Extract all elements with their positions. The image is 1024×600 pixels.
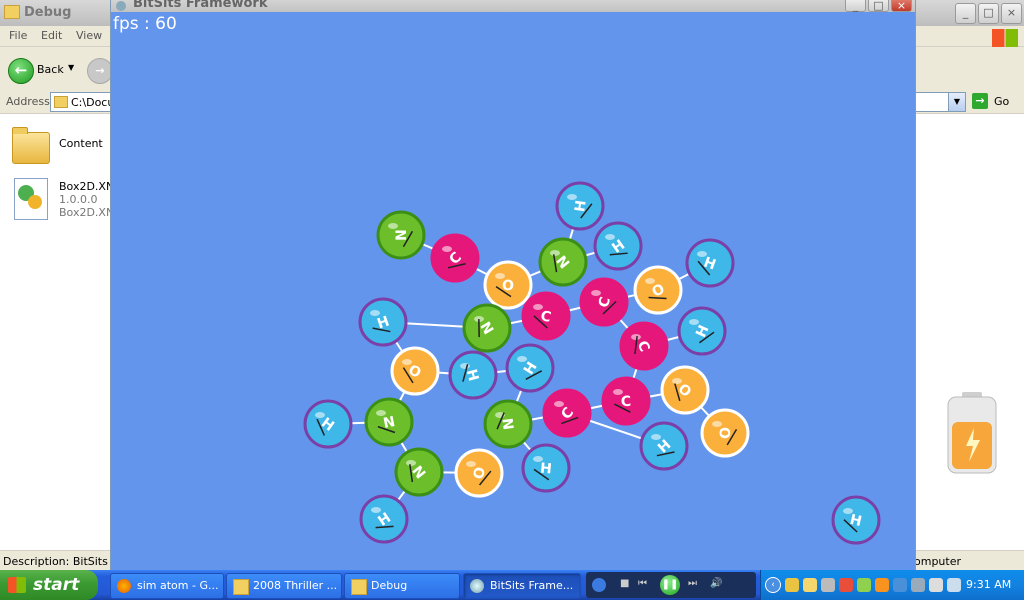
atom-o[interactable]: O [660,365,710,415]
previous-icon[interactable]: ⏮ [638,578,647,589]
address-input-end[interactable] [914,92,951,112]
folder-icon [12,127,50,164]
atom-c[interactable]: C [579,277,629,327]
keyboard-icon[interactable] [947,578,961,592]
atom-o[interactable]: O [700,408,750,458]
go-button-label[interactable]: Go [994,95,1009,108]
windows-logo-icon [8,577,26,593]
stop-icon[interactable]: ■ [620,578,629,589]
atom-c[interactable]: C [521,291,571,341]
atom-o[interactable]: O [390,346,440,396]
security-icon[interactable] [839,578,853,592]
atom-o[interactable]: O [483,260,533,310]
address-value: C:\Docu [71,96,115,109]
status-zone: omputer [914,555,962,568]
update-icon[interactable] [875,578,889,592]
atom-n[interactable]: N [483,399,533,449]
atom-h[interactable]: H [639,421,689,471]
messenger-icon[interactable] [857,578,871,592]
maximize-button[interactable]: □ [978,3,999,24]
windows-logo-icon [992,29,1018,47]
atom-h[interactable]: H [831,495,881,545]
folder-icon [351,579,367,595]
close-button[interactable]: × [1001,3,1022,24]
taskbar: start sim atom - G... 2008 Thriller ... … [0,570,1024,600]
item-name: Content [59,137,103,150]
atom-h[interactable]: H [555,181,605,231]
network-icon[interactable] [821,578,835,592]
atom-h[interactable]: H [358,297,408,347]
volume-icon[interactable] [803,578,817,592]
menu-edit[interactable]: Edit [41,29,62,42]
computer-icon[interactable] [929,578,943,592]
game-window[interactable]: BitSits Framework _ □ × fps : 60 NCONHHC… [110,0,916,570]
media-icon[interactable] [592,578,606,592]
display-icon[interactable] [893,578,907,592]
atom-n[interactable]: N [394,447,444,497]
taskbar-button-bitsits[interactable]: BitSits Frame... [463,573,581,599]
atom-n[interactable]: N [462,303,512,353]
atom-h[interactable]: H [505,343,555,393]
app-icon [470,579,484,593]
atom-h[interactable]: H [677,306,727,356]
atom-c[interactable]: C [619,321,669,371]
atom-c[interactable]: C [601,376,651,426]
next-icon[interactable]: ⏭ [688,578,697,589]
atom-h[interactable]: H [359,494,409,544]
start-label: start [33,575,80,595]
battery-gadget-icon [947,392,997,474]
atom-h[interactable]: H [448,350,498,400]
firefox-icon [117,579,131,593]
address-label: Address [6,95,50,108]
tray-collapse-icon[interactable]: ‹ [765,577,781,593]
folder-icon [4,5,20,19]
taskbar-label: sim atom - G... [137,579,219,592]
atom-c[interactable]: C [542,388,592,438]
back-arrow-icon[interactable]: ← [8,58,34,84]
explorer-title: Debug [24,5,72,20]
atom-h[interactable]: H [685,238,735,288]
atom-c[interactable]: C [430,233,480,283]
menu-view[interactable]: View [76,29,102,42]
taskbar-button-firefox[interactable]: sim atom - G... [110,573,224,599]
minimize-button[interactable]: _ [955,3,976,24]
atom-n[interactable]: N [538,237,588,287]
atom-n[interactable]: N [376,210,426,260]
molecule-board[interactable]: NCONHHCNCOHCHHO H HNH NCCOOHHN OH H [111,0,915,570]
media-player-toolbar[interactable]: ■ ⏮ ❚❚ ⏭ 🔊 [586,572,756,598]
usb-icon[interactable] [911,578,925,592]
start-button[interactable]: start [0,570,98,600]
atom-o[interactable]: O [454,448,504,498]
atom-h[interactable]: H [521,443,571,493]
clock: 9:31 AM [966,578,1012,591]
play-pause-icon[interactable]: ❚❚ [660,575,680,595]
address-dropdown-icon[interactable]: ▼ [948,92,966,112]
taskbar-button-thriller[interactable]: 2008 Thriller ... [226,573,342,599]
shield-icon[interactable] [785,578,799,592]
atom-n[interactable]: N [364,397,414,447]
menu-file[interactable]: File [9,29,27,42]
back-dropdown-icon[interactable]: ▼ [68,63,74,72]
item-version: 1.0.0.0 [59,193,98,206]
taskbar-button-debug[interactable]: Debug [344,573,460,599]
folder-icon [54,96,68,108]
folder-icon [233,579,249,595]
volume-icon[interactable]: 🔊 [710,578,722,589]
back-button-label[interactable]: Back [37,63,64,76]
atom-h[interactable]: H [303,399,353,449]
atom-h[interactable]: H [593,221,643,271]
dll-file-icon [14,178,48,220]
taskbar-label: Debug [371,579,408,592]
taskbar-label: 2008 Thriller ... [253,579,338,592]
address-input[interactable]: C:\Docu [50,92,114,112]
taskbar-label: BitSits Frame... [490,579,574,592]
go-arrow-icon[interactable]: → [972,93,988,109]
atom-o[interactable]: O [633,265,683,315]
